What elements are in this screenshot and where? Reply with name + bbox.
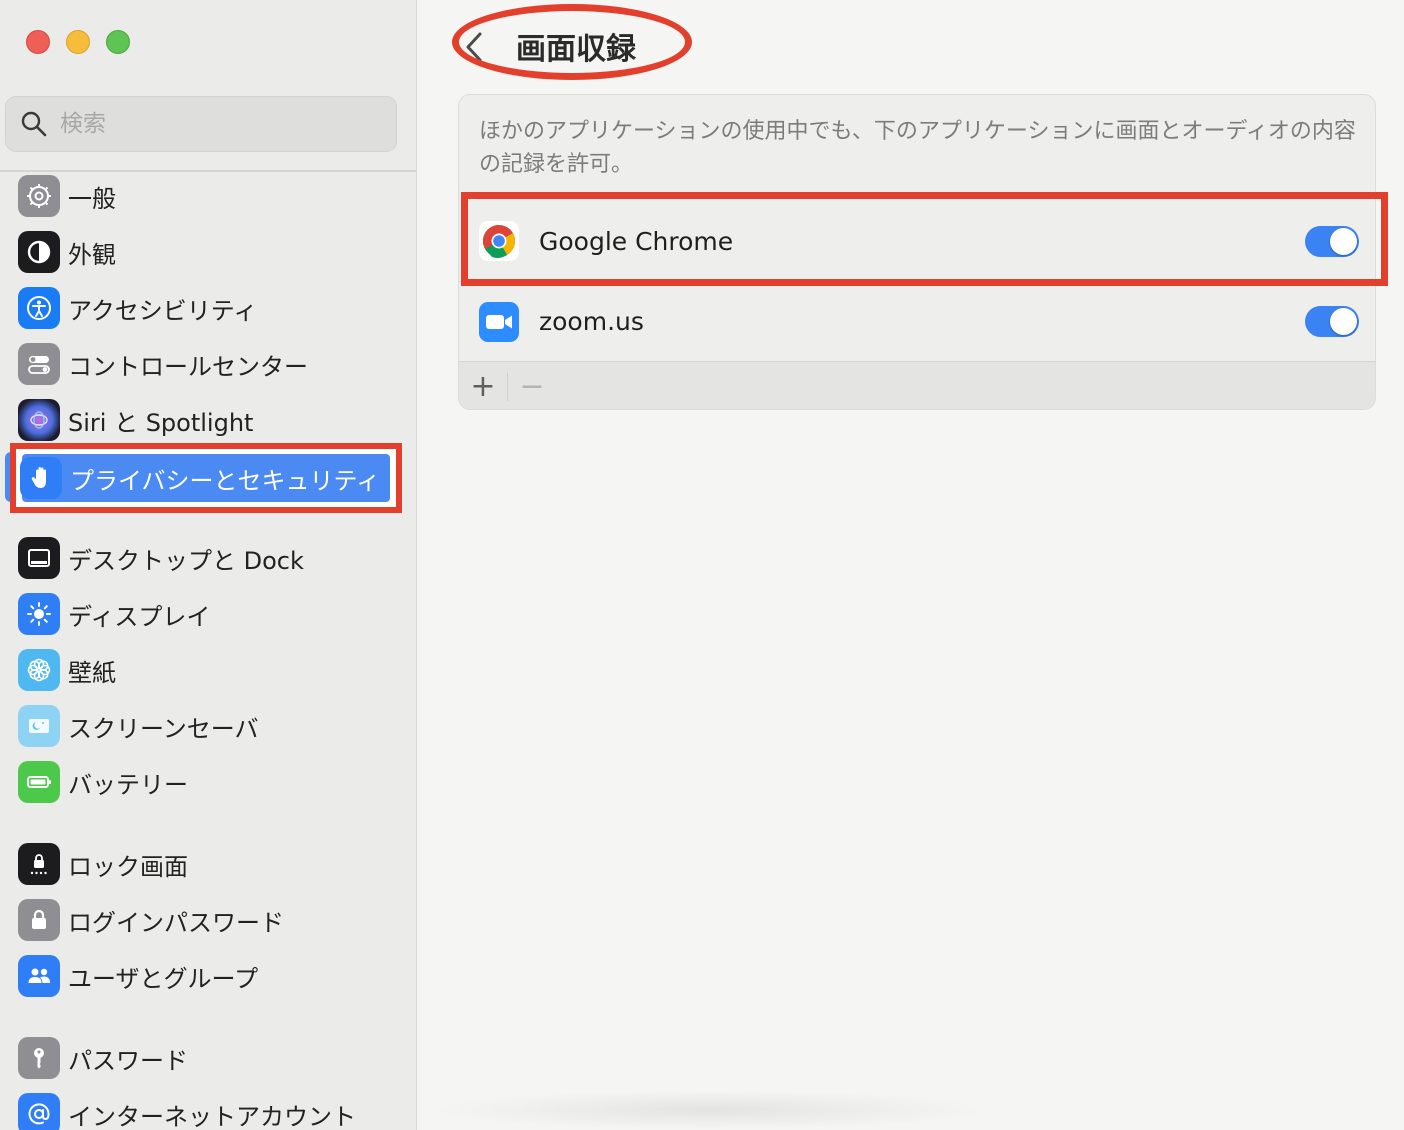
sidebar-item-lock-screen[interactable]: ロック画面 (14, 839, 394, 889)
appearance-icon (18, 231, 60, 273)
lock-icon (18, 899, 60, 941)
gear-icon (18, 175, 60, 217)
control-center-icon (18, 343, 60, 385)
sidebar: 一般 外観 アクセシビリティ コントロールセンター Siri と Spotlig… (0, 0, 417, 1130)
sidebar-item-desktop-dock[interactable]: デスクトップと Dock (14, 533, 394, 583)
sidebar-item-label: アクセシビリティ (68, 296, 258, 325)
sidebar-item-label: 壁紙 (68, 658, 116, 687)
bottom-shadow (430, 1090, 990, 1130)
key-icon (18, 1037, 60, 1079)
app-name: zoom.us (539, 307, 644, 336)
sidebar-item-siri-spotlight[interactable]: Siri と Spotlight (14, 395, 394, 445)
search-field[interactable] (5, 96, 397, 152)
zoom-window-button[interactable] (106, 30, 130, 54)
window-controls (26, 30, 130, 54)
accessibility-icon (18, 287, 60, 329)
sidebar-item-label: ディスプレイ (68, 602, 211, 631)
search-icon (21, 111, 47, 137)
sidebar-item-general[interactable]: 一般 (14, 171, 394, 221)
sidebar-item-label: Siri と Spotlight (68, 408, 254, 437)
sidebar-item-internet-accounts[interactable]: インターネットアカウント (14, 1089, 394, 1130)
sidebar-item-label: インターネットアカウント (68, 1102, 356, 1130)
sidebar-item-wallpaper[interactable]: 壁紙 (14, 645, 394, 695)
zoom-permission-toggle[interactable] (1305, 306, 1359, 337)
annotation-ellipse (452, 4, 692, 80)
annotation-highlight-box (461, 192, 1388, 286)
display-icon (18, 593, 60, 635)
sidebar-item-users-groups[interactable]: ユーザとグループ (14, 951, 394, 1001)
sidebar-item-battery[interactable]: バッテリー (14, 757, 394, 807)
lock-screen-icon (18, 843, 60, 885)
at-icon (18, 1093, 60, 1130)
sidebar-item-privacy-security[interactable]: プライバシーとセキュリティ (10, 443, 402, 513)
sidebar-item-label: コントロールセンター (68, 352, 308, 381)
minimize-window-button[interactable] (66, 30, 90, 54)
hand-icon (20, 457, 62, 499)
sidebar-item-label: ロック画面 (68, 852, 188, 881)
users-icon (18, 955, 60, 997)
close-window-button[interactable] (26, 30, 50, 54)
sidebar-item-passwords[interactable]: パスワード (14, 1033, 394, 1083)
toggle-knob (1330, 308, 1357, 335)
battery-icon (18, 761, 60, 803)
sidebar-item-screensaver[interactable]: スクリーンセーバ (14, 701, 394, 751)
dock-icon (18, 537, 60, 579)
sidebar-item-login-password[interactable]: ログインパスワード (14, 895, 394, 945)
sidebar-item-label: ログインパスワード (68, 908, 284, 937)
search-input[interactable] (60, 111, 360, 137)
sidebar-item-accessibility[interactable]: アクセシビリティ (14, 283, 394, 333)
sidebar-item-label: 一般 (68, 184, 116, 213)
sidebar-item-label: ユーザとグループ (68, 964, 259, 993)
screensaver-icon (18, 705, 60, 747)
siri-icon (18, 399, 60, 441)
add-app-button[interactable]: + (459, 367, 507, 407)
remove-app-button[interactable]: − (508, 367, 556, 407)
wallpaper-icon (18, 649, 60, 691)
sidebar-item-label: 外観 (68, 240, 116, 269)
zoom-icon (479, 301, 519, 342)
panel-footer: + − (459, 361, 1375, 409)
sidebar-item-displays[interactable]: ディスプレイ (14, 589, 394, 639)
app-row-zoom: zoom.us (459, 281, 1375, 361)
sidebar-item-label: バッテリー (68, 770, 188, 799)
sidebar-item-label: パスワード (68, 1046, 188, 1075)
sidebar-item-control-center[interactable]: コントロールセンター (14, 339, 394, 389)
sidebar-item-label: プライバシーとセキュリティ (70, 466, 381, 495)
panel-description: ほかのアプリケーションの使用中でも、下のアプリケーションに画面とオーディオの内容… (479, 119, 1356, 177)
sidebar-item-label: スクリーンセーバ (68, 714, 259, 743)
sidebar-item-label: デスクトップと Dock (68, 546, 304, 575)
sidebar-item-appearance[interactable]: 外観 (14, 227, 394, 277)
